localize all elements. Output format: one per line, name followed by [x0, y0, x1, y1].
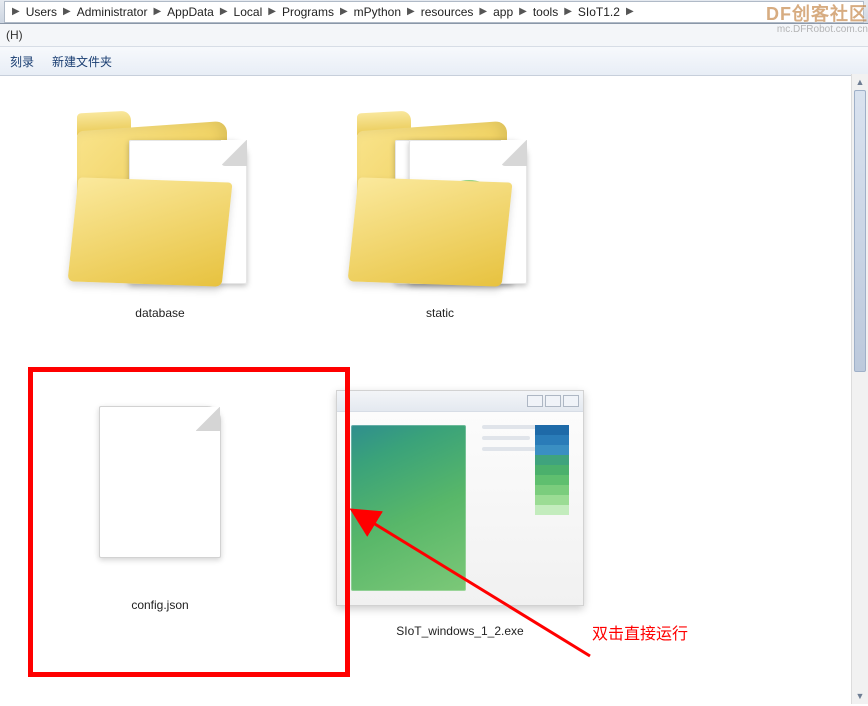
folder-icon [345, 96, 535, 296]
exe-icon [336, 390, 584, 606]
chevron-right-icon: ▶ [340, 6, 348, 17]
window-close-icon [563, 395, 579, 407]
item-config-json[interactable]: config.json [20, 366, 300, 646]
chevron-right-icon: ▶ [564, 6, 572, 17]
file-icon [99, 406, 221, 558]
chevron-right-icon: ▶ [407, 6, 415, 17]
scroll-thumb[interactable] [854, 90, 866, 372]
vertical-scrollbar[interactable]: ▲ ▼ [851, 74, 868, 704]
toolbar: 刻录 新建文件夹 [0, 47, 868, 76]
window-max-icon [545, 395, 561, 407]
folder-icon [65, 96, 255, 296]
breadcrumb[interactable]: ▶ Users ▶ Administrator ▶ AppData ▶ Loca… [4, 1, 864, 23]
item-label: config.json [131, 598, 188, 612]
scroll-up-icon[interactable]: ▲ [852, 74, 868, 90]
item-siot-exe[interactable]: SIoT_windows_1_2.exe [300, 366, 620, 690]
item-label: database [135, 306, 184, 320]
menu-bar: (H) [0, 24, 868, 47]
address-bar: ▶ Users ▶ Administrator ▶ AppData ▶ Loca… [0, 0, 868, 24]
crumb-8[interactable]: tools [530, 5, 561, 19]
item-label: static [426, 306, 454, 320]
chevron-right-icon: ▶ [153, 6, 161, 17]
toolbar-burn[interactable]: 刻录 [10, 53, 34, 70]
file-list-area: database static config.json [0, 76, 868, 706]
toolbar-new-folder[interactable]: 新建文件夹 [52, 53, 112, 70]
scroll-down-icon[interactable]: ▼ [852, 688, 868, 704]
chevron-right-icon: ▶ [268, 6, 276, 17]
crumb-7[interactable]: app [490, 5, 516, 19]
window-min-icon [527, 395, 543, 407]
menu-help[interactable]: (H) [6, 28, 23, 42]
chevron-right-icon: ▶ [519, 6, 527, 17]
chevron-right-icon: ▶ [63, 6, 71, 17]
crumb-6[interactable]: resources [418, 5, 477, 19]
chevron-right-icon: ▶ [479, 6, 487, 17]
items-grid: database static config.json [0, 76, 868, 700]
crumb-1[interactable]: Administrator [74, 5, 151, 19]
item-static[interactable]: static [300, 86, 580, 366]
chevron-right-icon: ▶ [220, 6, 228, 17]
exe-titlebar [337, 391, 583, 412]
crumb-9[interactable]: SIoT1.2 [575, 5, 623, 19]
crumb-0[interactable]: Users [23, 5, 60, 19]
annotation-text: 双击直接运行 [592, 620, 688, 644]
chevron-right-icon: ▶ [626, 6, 634, 17]
crumb-3[interactable]: Local [231, 5, 266, 19]
crumb-5[interactable]: mPython [351, 5, 404, 19]
item-label: SIoT_windows_1_2.exe [396, 624, 523, 638]
crumb-4[interactable]: Programs [279, 5, 337, 19]
item-database[interactable]: database [20, 86, 300, 366]
chevron-right-icon: ▶ [12, 6, 20, 17]
crumb-2[interactable]: AppData [164, 5, 217, 19]
